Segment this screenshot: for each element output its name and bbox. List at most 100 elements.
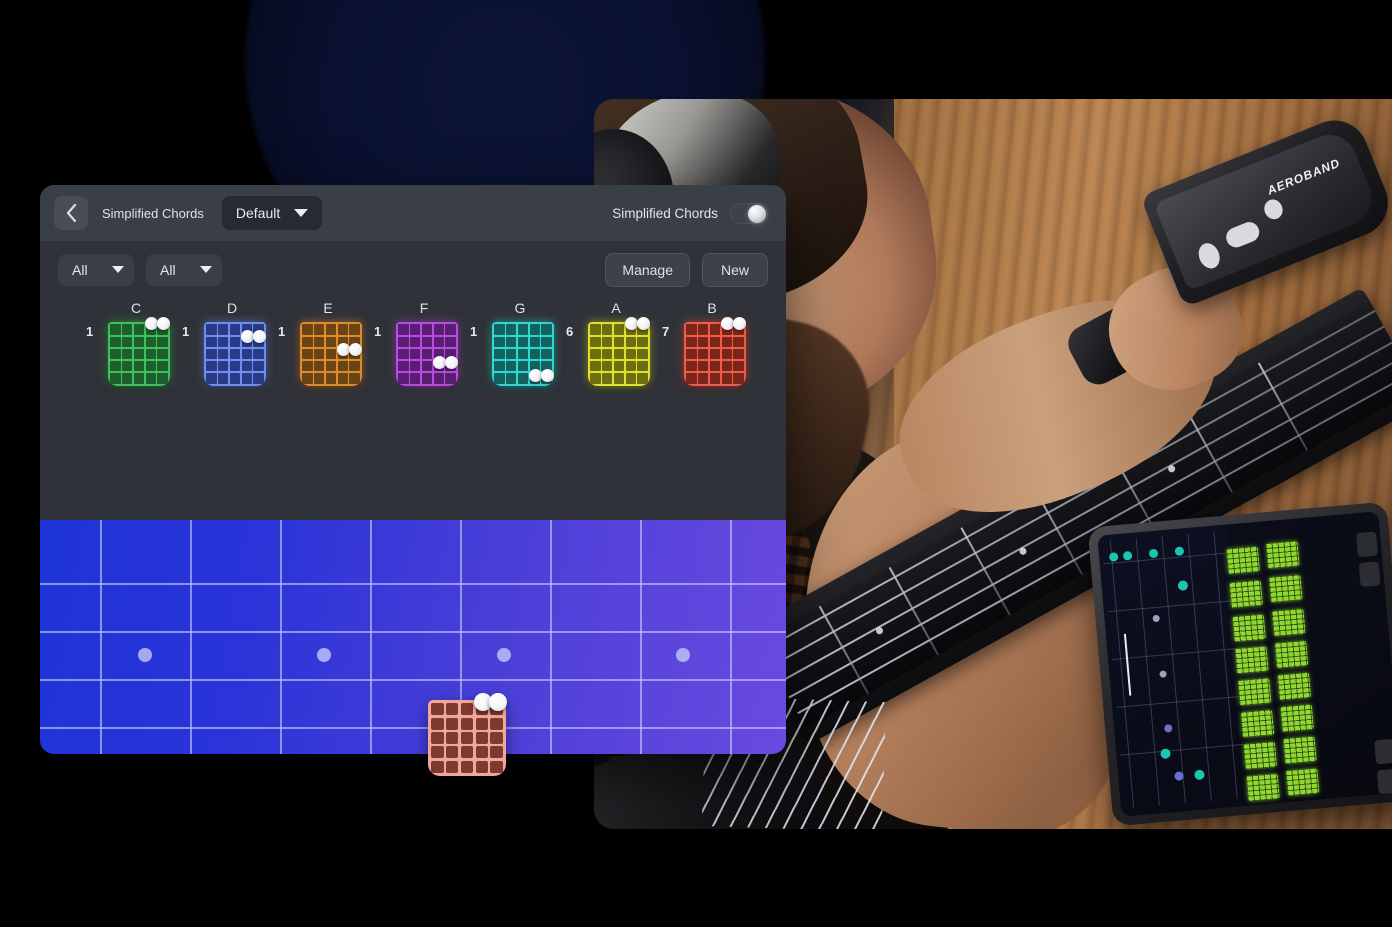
chord-grid-cell [122, 348, 133, 360]
chord-fret-number: 7 [662, 324, 670, 339]
chord-diagram[interactable]: 1 [182, 318, 267, 390]
tablet-chord-chip [1237, 677, 1272, 707]
chord-grid-cell [698, 373, 709, 384]
chord-item[interactable]: C1 [86, 298, 171, 390]
tablet-chord-chip [1228, 579, 1263, 609]
dragged-chord-grid-cell [490, 746, 503, 759]
dragged-chord-grid-cell [446, 732, 459, 744]
chord-item[interactable]: B7 [662, 298, 747, 390]
board-fret-line [370, 520, 372, 754]
aeroband-logo: AEROBAND [1265, 155, 1343, 198]
chord-fret-number: 1 [86, 324, 94, 339]
chord-grid-cell [637, 336, 648, 348]
chord-grid-cell [698, 348, 709, 360]
chord-item[interactable]: E1 [278, 298, 363, 390]
chord-grid-cell [325, 348, 337, 360]
chord-grid-cell [122, 336, 133, 348]
chord-grid-cell [637, 360, 648, 372]
manage-button[interactable]: Manage [605, 252, 690, 287]
tablet-manage-pill [1374, 738, 1392, 765]
dragged-chord-grid-cell [475, 746, 488, 759]
chord-grid-cell [494, 360, 505, 372]
chord-grid-cell [590, 360, 601, 372]
chord-grid-cell [637, 373, 648, 384]
new-button[interactable]: New [702, 252, 768, 287]
chord-grid-cell [445, 324, 456, 335]
chord-finger-dot [336, 343, 350, 357]
filter-select-secondary[interactable]: All [146, 253, 222, 286]
chord-grid-cell [541, 324, 552, 335]
chord-grid-cell [686, 324, 697, 335]
chord-grid-cell [602, 324, 613, 335]
toggle-knob [748, 204, 766, 223]
dragged-chord-grid-cell [431, 717, 444, 730]
chord-grid-cell [302, 360, 313, 372]
chord-diagram[interactable]: 1 [86, 317, 171, 390]
tablet-chord-chip [1239, 709, 1274, 738]
chord-grid-cell [625, 348, 636, 360]
tablet-chord-chip [1234, 645, 1269, 675]
chord-fret-number: 1 [374, 324, 382, 339]
dragged-chord-grid-cell [431, 746, 444, 759]
chord-grid-cell [218, 348, 229, 360]
preset-select-value: Default [235, 205, 281, 221]
filter-select-primary[interactable]: All [58, 253, 134, 286]
dragged-chord-card[interactable] [428, 693, 512, 778]
chord-item[interactable]: A6 [566, 298, 651, 390]
chord-grid-cell [133, 348, 145, 360]
preset-select[interactable]: Default [221, 196, 323, 230]
chord-diagram[interactable]: 6 [566, 317, 651, 390]
chord-grid-cell [302, 373, 313, 384]
chord-grid-cell [625, 373, 636, 384]
simplified-chords-toggle[interactable] [730, 202, 768, 224]
fret-inlay-dot [1018, 546, 1028, 556]
chord-item[interactable]: D1 [182, 298, 267, 390]
chord-grid-cell [506, 360, 517, 372]
chord-grid-cell [145, 348, 156, 360]
headstock-button [1261, 196, 1286, 222]
chord-grid-cell [314, 324, 325, 335]
chord-grid-cell [686, 348, 697, 360]
tablet-note-dot [1122, 550, 1133, 561]
chord-grid-cell [529, 348, 540, 360]
chord-grid-cell [602, 360, 613, 372]
chord-grid-cell [398, 348, 409, 360]
tablet-chord-chip [1245, 773, 1280, 802]
chord-grid-cell [302, 324, 313, 335]
chord-grid-cell [349, 324, 360, 335]
chord-grid-cell [517, 373, 529, 384]
chord-grid-cell [709, 360, 721, 372]
chord-grid-cell [721, 348, 732, 360]
dragged-chord-grid-cell [475, 732, 488, 744]
chord-grid-cell [314, 360, 325, 372]
chord-diagram[interactable]: 1 [278, 318, 363, 390]
chord-grid-cell [229, 360, 241, 372]
chord-grid-cell [133, 373, 145, 384]
fretboard-area[interactable] [40, 520, 786, 754]
chord-grid-cell [157, 360, 168, 372]
chord-grid-cell [229, 336, 241, 348]
back-button[interactable] [54, 196, 88, 230]
chord-diagram[interactable]: 1 [470, 318, 555, 390]
chord-item[interactable]: F1 [374, 298, 459, 390]
dragged-chord-grid-cell [490, 717, 503, 730]
chord-grid-cell [229, 324, 241, 335]
chord-item[interactable]: G1 [470, 298, 555, 390]
panel-header-right: Simplified Chords [612, 202, 786, 224]
chord-diagram[interactable]: 7 [662, 317, 747, 390]
chord-grid-cell [709, 336, 721, 348]
chord-grid-cell [709, 324, 721, 335]
tablet-note-dot [1160, 748, 1171, 760]
chord-finger-dot [528, 368, 542, 382]
screenshot-root: AEROBAND Simplified Chords Default Simpl… [0, 0, 1392, 927]
chord-grid-cell [218, 336, 229, 348]
chord-grid-cell [625, 336, 636, 348]
guitar-fret [818, 605, 869, 695]
chord-diagram[interactable]: 1 [374, 318, 459, 390]
board-string-line [40, 631, 786, 633]
chord-grid-cell [421, 360, 433, 372]
chord-grid-cell [133, 324, 145, 335]
chord-finger-dot [541, 368, 555, 382]
chord-fret-number: 1 [470, 324, 478, 339]
guitar-fret [888, 566, 939, 656]
